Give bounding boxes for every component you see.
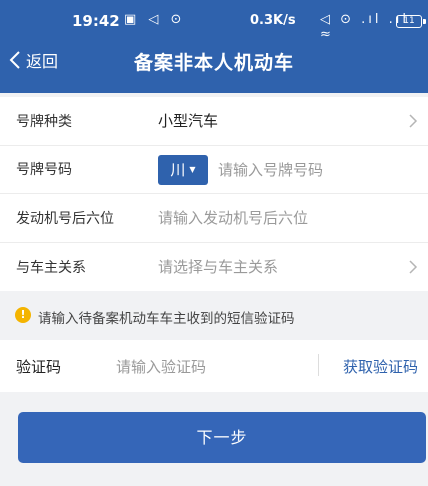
divider (318, 354, 319, 376)
verify-label: 验证码 (16, 358, 62, 376)
notification-icons: ▣ ◁ ⊙ (124, 12, 186, 27)
province-select[interactable]: 川 ▼ (158, 154, 208, 185)
warning-icon: ! (15, 307, 31, 323)
app-header: 19:42 ▣ ◁ ⊙ 0.3K/s ◁ ⊙ .ıl .ıl ≈ 11 返回 备… (0, 0, 428, 93)
page-title: 备案非本人机动车 (133, 52, 294, 74)
sms-notice: ! 请输入待备案机动车车主收到的短信验证码 (0, 294, 428, 338)
engine-label: 发动机号后六位 (16, 210, 114, 227)
get-code-button[interactable]: 获取验证码 (343, 356, 418, 377)
status-time: 19:42 (72, 12, 120, 30)
verify-code-input[interactable]: 请输入验证码 (116, 356, 206, 377)
notice-text: 请输入待备案机动车车主收到的短信验证码 (38, 311, 295, 327)
battery-icon: 11 (396, 15, 426, 28)
relation-select[interactable]: 请选择与车主关系 (158, 256, 278, 277)
chevron-right-icon (409, 260, 418, 274)
plate-number-label: 号牌号码 (16, 162, 72, 179)
plate-type-label: 号牌种类 (16, 113, 72, 130)
next-button[interactable]: 下一步 (18, 412, 426, 463)
verify-code-row: 验证码 请输入验证码 获取验证码 (0, 340, 428, 392)
vehicle-form: 号牌种类 小型汽车 号牌号码 川 ▼ 请输入号牌号码 发动机号后六位 请输入发动… (0, 97, 428, 291)
plate-number-input[interactable]: 请输入号牌号码 (218, 159, 323, 180)
status-bar: 19:42 ▣ ◁ ⊙ 0.3K/s ◁ ⊙ .ıl .ıl ≈ 11 (0, 10, 428, 42)
plate-type-row[interactable]: 号牌种类 小型汽车 (0, 97, 428, 146)
chevron-right-icon (409, 114, 418, 128)
province-value: 川 (170, 161, 186, 179)
plate-type-value: 小型汽车 (158, 112, 219, 131)
nav-bar: 返回 备案非本人机动车 (0, 42, 428, 82)
relation-label: 与车主关系 (16, 259, 86, 276)
engine-row: 发动机号后六位 请输入发动机号后六位 (0, 194, 428, 243)
caret-down-icon: ▼ (189, 165, 196, 174)
engine-input[interactable]: 请输入发动机号后六位 (158, 207, 308, 228)
relation-row[interactable]: 与车主关系 请选择与车主关系 (0, 243, 428, 292)
plate-number-row: 号牌号码 川 ▼ 请输入号牌号码 (0, 146, 428, 194)
network-speed: 0.3K/s (250, 13, 296, 28)
